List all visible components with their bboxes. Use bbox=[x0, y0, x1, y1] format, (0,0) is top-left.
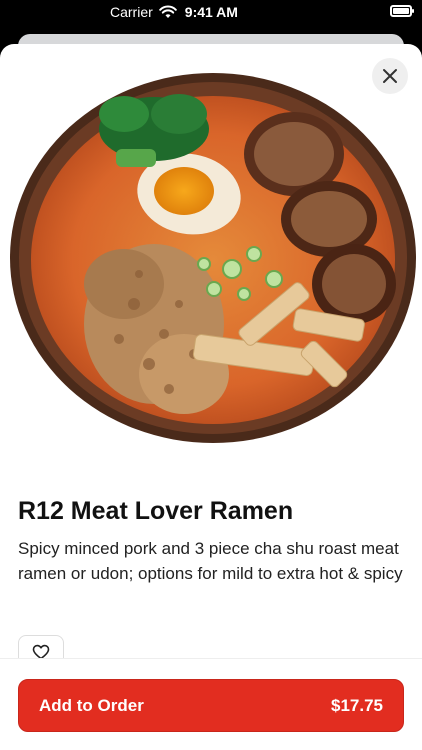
item-title: R12 Meat Lover Ramen bbox=[18, 497, 294, 525]
close-icon bbox=[383, 69, 397, 83]
close-button[interactable] bbox=[372, 58, 408, 94]
screen: Carrier 9:41 AM R12 Meat Lover Ramen Spi… bbox=[0, 0, 422, 750]
status-center: Carrier 9:41 AM bbox=[110, 4, 238, 20]
item-description: Spicy minced pork and 3 piece cha shu ro… bbox=[18, 539, 403, 583]
item-price: $17.75 bbox=[331, 695, 383, 715]
ramen-bowl-image bbox=[10, 73, 416, 443]
item-image bbox=[0, 44, 422, 464]
item-detail-sheet: R12 Meat Lover Ramen Spicy minced pork a… bbox=[0, 44, 422, 750]
bottom-action-bar: Add to Order $17.75 bbox=[0, 658, 422, 750]
carrier-label: Carrier bbox=[110, 4, 153, 20]
add-to-order-button[interactable]: Add to Order $17.75 bbox=[18, 679, 404, 732]
item-details: R12 Meat Lover Ramen Spicy minced pork a… bbox=[18, 496, 408, 586]
wifi-icon bbox=[158, 5, 177, 18]
status-bar: Carrier 9:41 AM bbox=[0, 0, 422, 26]
battery-icon bbox=[390, 5, 414, 17]
clock: 9:41 AM bbox=[184, 4, 238, 20]
add-to-order-label: Add to Order bbox=[39, 695, 144, 715]
